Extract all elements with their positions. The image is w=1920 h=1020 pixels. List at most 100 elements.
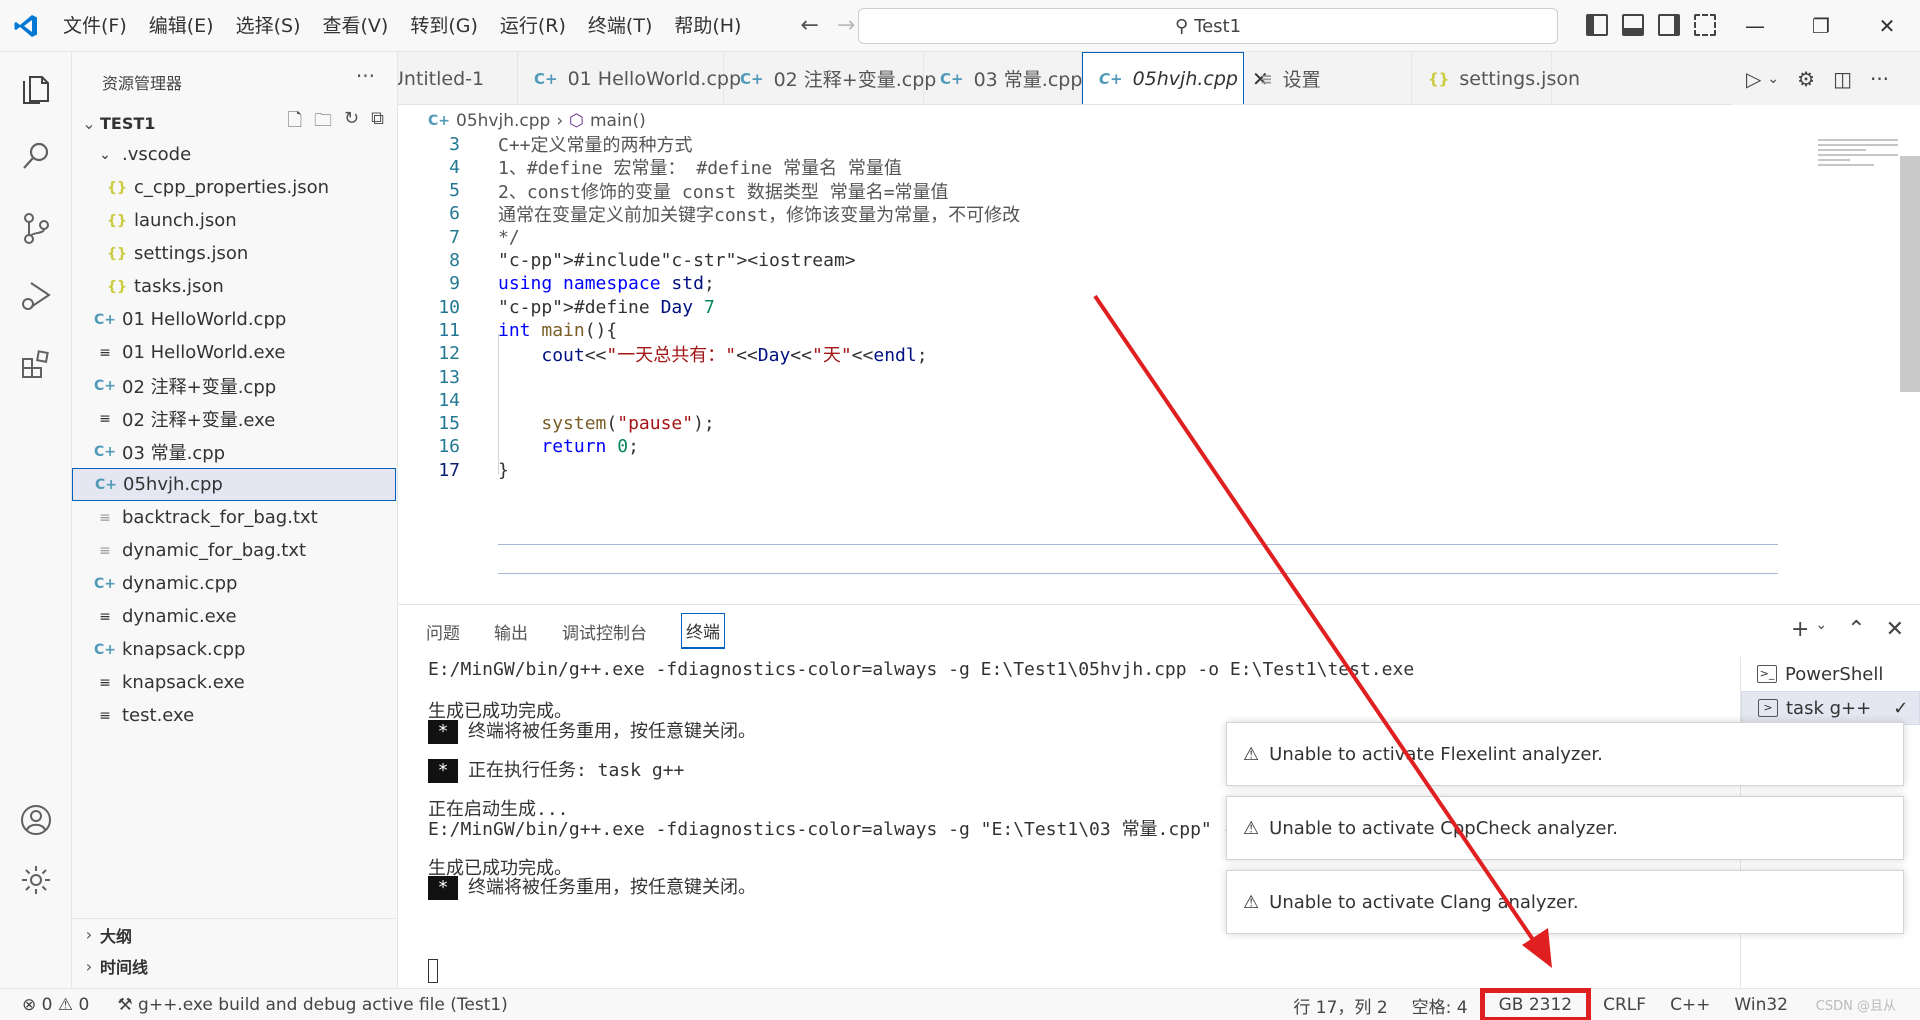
terminal-item-powershell[interactable]: >_ PowerShell [1741, 657, 1920, 691]
menu-file[interactable]: 文件(F) [52, 0, 138, 52]
notification-toast[interactable]: ⚠ Unable to activate CppCheck analyzer. [1226, 796, 1904, 860]
file-tree-item[interactable]: C+ dynamic.cpp [72, 567, 396, 600]
platform-selector[interactable]: Win32 [1722, 995, 1800, 1015]
tab-6[interactable]: {} settings.json [1412, 52, 1580, 104]
panel-tab-1[interactable]: 输出 [494, 619, 528, 644]
current-line-highlight [498, 544, 1778, 574]
toggle-sidebar-icon[interactable] [1586, 14, 1608, 36]
search-view-icon[interactable] [14, 134, 58, 178]
tab-2[interactable]: C+ 02 注释+变量.cpp [724, 52, 936, 104]
file-tree-item[interactable]: C+ 03 常量.cpp [72, 435, 396, 468]
customize-layout-icon[interactable] [1694, 14, 1716, 36]
file-tree-item[interactable]: ≡ dynamic_for_bag.txt [72, 534, 396, 567]
terminal-dropdown-icon[interactable]: ⌄ [1815, 617, 1827, 642]
file-tree-item[interactable]: ≡ dynamic.exe [72, 600, 396, 633]
command-center-search[interactable]: ⚲ Test1 [858, 8, 1558, 44]
new-folder-icon[interactable]: 🗀 [314, 108, 332, 138]
collapse-all-icon[interactable]: ⧉ [371, 108, 384, 138]
encoding-selector[interactable]: GB 2312 [1479, 988, 1592, 1020]
accounts-icon[interactable] [14, 798, 58, 842]
forward-arrow-icon[interactable]: → [837, 13, 855, 38]
menu-help[interactable]: 帮助(H) [663, 0, 752, 52]
terminal-line: * 正在执行任务: task g++ [428, 756, 684, 783]
check-icon: ✓ [1893, 697, 1909, 719]
run-icon[interactable]: ▷ [1746, 67, 1761, 91]
error-icon: ⊗ [22, 995, 37, 1015]
tab-1[interactable]: C+ 01 HelloWorld.cpp [518, 52, 741, 104]
minimap[interactable] [1818, 136, 1898, 196]
close-panel-icon[interactable]: ✕ [1886, 617, 1904, 642]
run-dropdown-icon[interactable]: ⌄ [1767, 71, 1779, 87]
line-number: 8 [449, 250, 460, 271]
settings-icon[interactable]: ⚙ [1797, 67, 1815, 91]
cursor-position[interactable]: 行 17，列 2 [1281, 993, 1399, 1018]
split-editor-icon[interactable]: ◫ [1833, 67, 1852, 91]
line-number: 16 [438, 436, 460, 458]
task-status[interactable]: ⚒ g++.exe build and debug active file (T… [117, 995, 507, 1015]
outline-section[interactable]: › 大纲 [72, 918, 396, 950]
minimize-icon[interactable]: — [1722, 0, 1788, 52]
file-tree-item[interactable]: ≡ knapsack.exe [72, 666, 396, 699]
file-tree-item[interactable]: C+ 02 注释+变量.cpp [72, 369, 396, 402]
refresh-icon[interactable]: ↻ [344, 108, 359, 138]
new-file-icon[interactable]: 🗋 [288, 108, 302, 138]
problems-indicator[interactable]: ⊗ 0 ⚠ 0 [22, 995, 89, 1015]
menu-edit[interactable]: 编辑(E) [138, 0, 225, 52]
breadcrumb-file[interactable]: 05hvjh.cpp [456, 111, 550, 131]
terminal-item-task[interactable]: > task g++ ✓ [1741, 691, 1920, 725]
more-actions-icon[interactable]: ··· [356, 64, 375, 88]
explorer-icon[interactable] [14, 66, 58, 110]
file-tree-item[interactable]: {} tasks.json [72, 270, 396, 303]
panel-tab-0[interactable]: 问题 [426, 619, 460, 644]
notification-toast[interactable]: ⚠ Unable to activate Clang analyzer. [1226, 870, 1904, 934]
timeline-section[interactable]: › 时间线 [72, 950, 396, 982]
source-control-icon[interactable] [14, 206, 58, 250]
tab-label: 03 常量.cpp [973, 69, 1083, 91]
eol-selector[interactable]: CRLF [1591, 995, 1658, 1015]
terminal-icon: > [1758, 699, 1778, 717]
file-tree-item[interactable]: C+ 01 HelloWorld.cpp [72, 303, 396, 336]
indentation[interactable]: 空格: 4 [1400, 993, 1480, 1018]
file-tree-item[interactable]: {} settings.json [72, 237, 396, 270]
new-terminal-icon[interactable]: + [1791, 617, 1809, 642]
toggle-secondary-sidebar-icon[interactable] [1658, 14, 1680, 36]
run-debug-icon[interactable] [14, 274, 58, 318]
menu-selection[interactable]: 选择(S) [225, 0, 312, 52]
close-window-icon[interactable]: ✕ [1854, 0, 1920, 52]
tab-0[interactable]: Untitled-1 [398, 52, 518, 104]
file-tree-item[interactable]: ≡ 02 注释+变量.exe [72, 402, 396, 435]
code-editor[interactable]: 3 C++定义常量的两种方式 4 1、#define 宏常量： #define 常量名… [398, 136, 1920, 604]
language-selector[interactable]: C++ [1658, 995, 1722, 1015]
menu-view[interactable]: 查看(V) [312, 0, 400, 52]
file-tree-item[interactable]: {} c_cpp_properties.json [72, 171, 396, 204]
file-tree-item[interactable]: ≡ backtrack_for_bag.txt [72, 501, 396, 534]
json-file-icon: {} [107, 278, 127, 295]
workspace-root[interactable]: ⌄ TEST1 🗋 🗀 ↻ ⧉ [78, 108, 392, 138]
file-tree-item[interactable]: ≡ 01 HelloWorld.exe [72, 336, 396, 369]
maximize-panel-icon[interactable]: ⌃ [1847, 617, 1865, 642]
restore-icon[interactable]: ❐ [1788, 0, 1854, 52]
extensions-icon[interactable] [14, 342, 58, 386]
toggle-panel-icon[interactable] [1622, 14, 1644, 36]
panel-tab-3[interactable]: 终端 [681, 613, 725, 649]
tab-3[interactable]: C+ 03 常量.cpp [924, 52, 1083, 104]
tab-4[interactable]: C+ 05hvjh.cpp ✕ [1082, 52, 1269, 104]
cpp-file-icon: C+ [94, 641, 117, 658]
menu-run[interactable]: 运行(R) [489, 0, 577, 52]
editor-scrollbar[interactable] [1900, 156, 1920, 392]
menu-terminal[interactable]: 终端(T) [577, 0, 663, 52]
file-tree-item[interactable]: C+ 05hvjh.cpp [72, 468, 396, 501]
file-tree-item[interactable]: C+ knapsack.cpp [72, 633, 396, 666]
menu-go[interactable]: 转到(G) [399, 0, 489, 52]
panel-tab-2[interactable]: 调试控制台 [562, 619, 647, 644]
settings-gear-icon[interactable] [14, 858, 58, 902]
more-icon[interactable]: ··· [1870, 67, 1889, 91]
breadcrumb-symbol[interactable]: main() [590, 111, 646, 131]
file-tree-item[interactable]: ⌄ .vscode [72, 138, 396, 171]
notification-toast[interactable]: ⚠ Unable to activate Flexelint analyzer. [1226, 722, 1904, 786]
back-arrow-icon[interactable]: ← [800, 13, 818, 38]
file-tree-item[interactable]: {} launch.json [72, 204, 396, 237]
symbol-cube-icon: ⬡ [569, 111, 584, 131]
file-tree-item[interactable]: ≡ test.exe [72, 699, 396, 732]
tab-5[interactable]: ≡ 设置 [1244, 52, 1412, 104]
